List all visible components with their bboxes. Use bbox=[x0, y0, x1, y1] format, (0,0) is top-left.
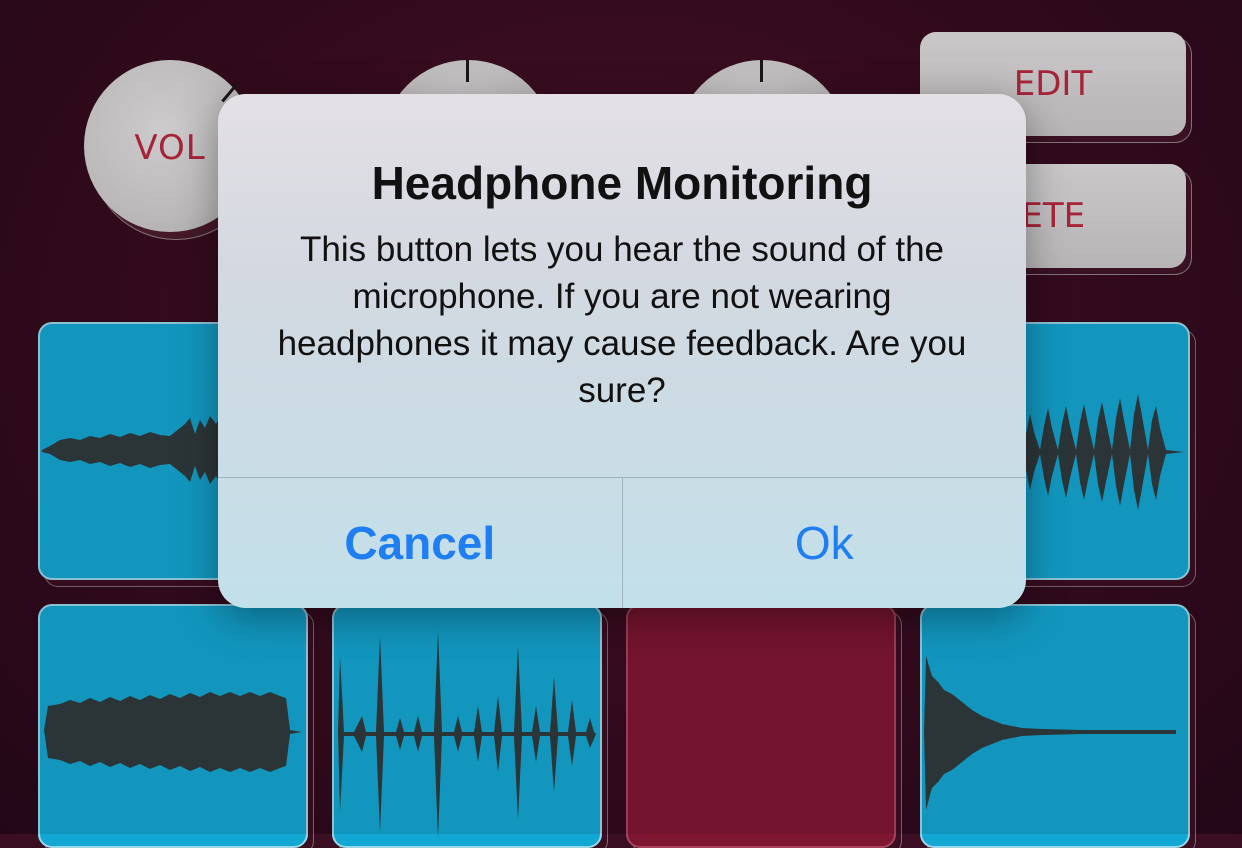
ok-button[interactable]: Ok bbox=[623, 478, 1027, 608]
alert-title: Headphone Monitoring bbox=[371, 157, 873, 209]
alert-actions: Cancel Ok bbox=[218, 477, 1026, 608]
cancel-button[interactable]: Cancel bbox=[218, 478, 623, 608]
alert-message: This button lets you hear the sound of t… bbox=[277, 230, 967, 410]
headphone-monitoring-alert: Headphone Monitoring This button lets yo… bbox=[218, 94, 1026, 608]
